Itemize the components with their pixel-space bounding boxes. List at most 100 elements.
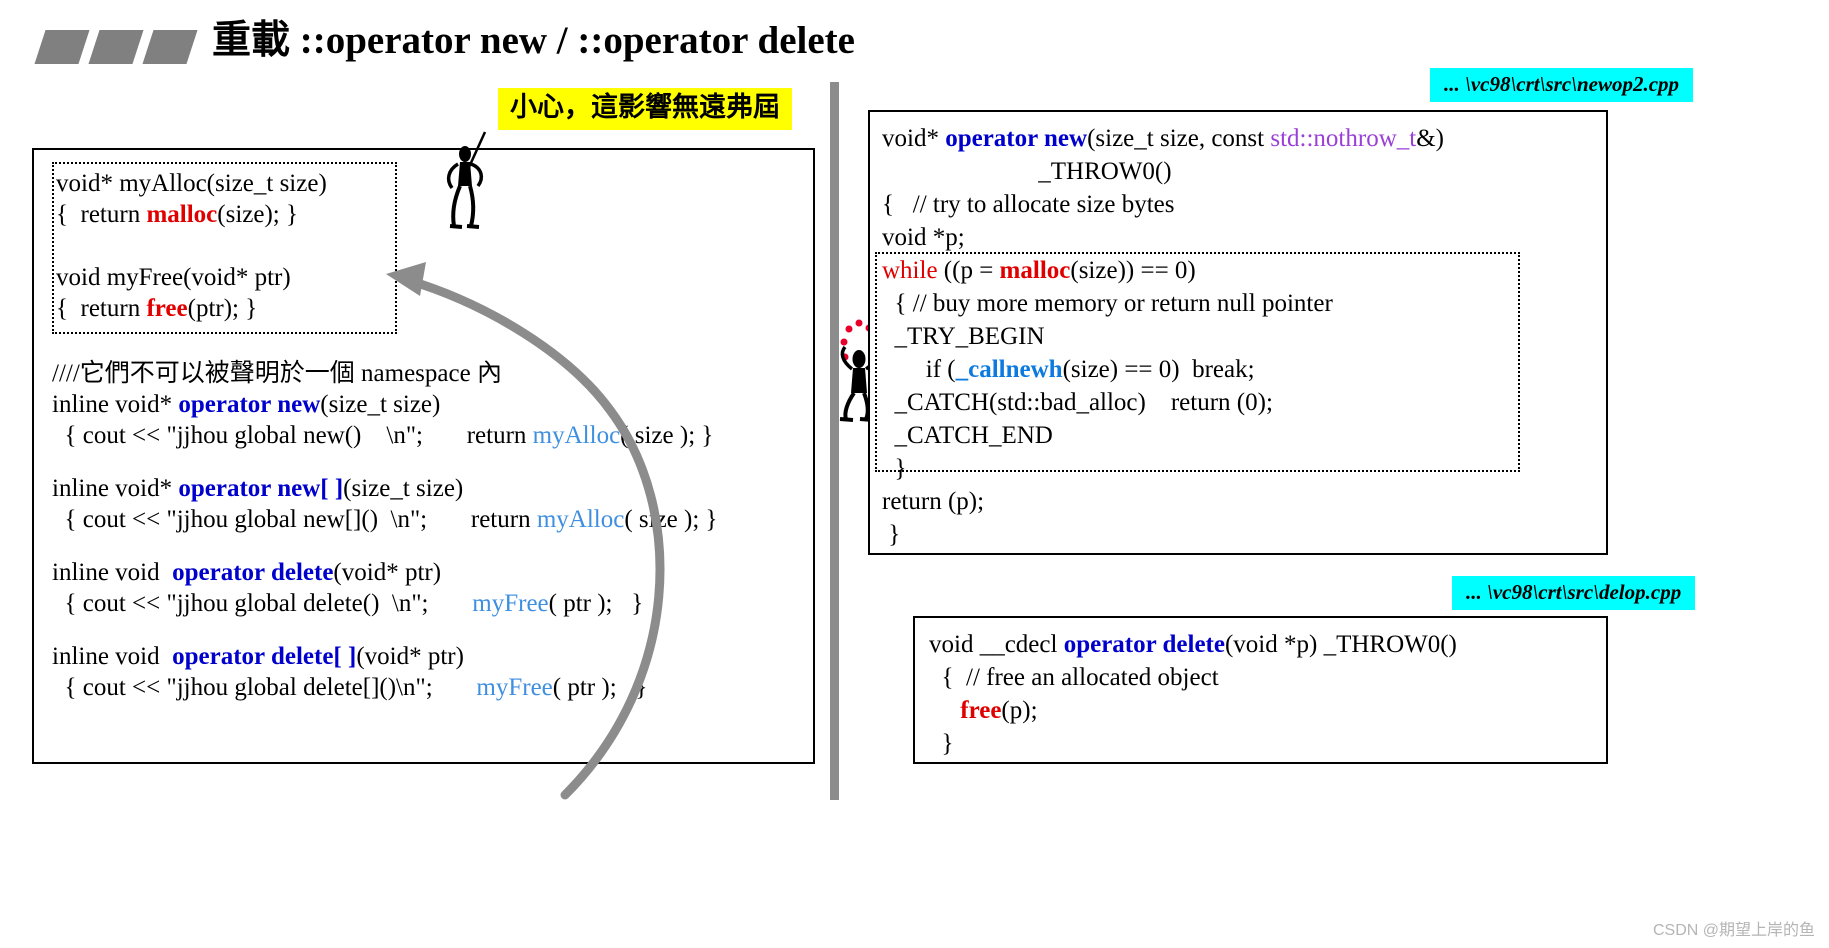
code-token: myAlloc [532,422,621,449]
code-token: (size_t size) [320,391,441,418]
code-token: _CATCH(std::bad_alloc) return (0); [882,389,1273,416]
code-token: (p); [1001,697,1038,724]
code-line: void __cdecl operator delete(void *p) _T… [929,628,1609,661]
newop2-code-block: void* operator new(size_t size, const st… [882,122,1602,551]
code-token: myAlloc [536,506,625,533]
code-token: } [882,455,907,482]
code-line: } [882,452,1602,485]
code-token: { cout << "jjhou global delete() \n"; [52,590,473,617]
code-line: _THROW0() [882,155,1602,188]
code-line: inline void* operator new[ ](size_t size… [52,473,812,504]
code-token: { cout << "jjhou global new[]() \n"; ret… [52,506,537,533]
code-line: } [929,727,1609,760]
bullet-mark-3 [142,30,198,64]
code-token: myFree [472,590,549,617]
code-token: operator new [945,125,1088,152]
code-token: void* [882,125,946,152]
code-token: operator delete [172,559,334,586]
code-line: _CATCH(std::bad_alloc) return (0); [882,386,1602,419]
bullet-mark-2 [88,30,144,64]
delop-code-block: void __cdecl operator delete(void *p) _T… [929,628,1609,760]
code-token: inline void* [52,391,179,418]
code-line: void myFree(void* ptr) [56,262,436,293]
code-line: { cout << "jjhou global new[]() \n"; ret… [52,504,812,535]
code-token: ((p = [937,257,1000,284]
code-token: while [882,257,938,284]
code-token: } [882,521,901,548]
vertical-divider [830,82,839,800]
code-token: { // try to allocate size bytes [882,191,1175,218]
page-title: 重載 ::operator new / ::operator delete [212,19,855,62]
code-token: operator new [178,391,321,418]
code-line: void *p; [882,221,1602,254]
left-code-panel: void* myAlloc(size_t size){ return mallo… [32,148,815,764]
code-line: { // buy more memory or return null poin… [882,287,1602,320]
code-line: { cout << "jjhou global delete() \n"; my… [52,588,812,619]
file-label-delop: ... \vc98\crt\src\delop.cpp [1452,576,1696,611]
code-token: (size)) == 0) [1070,257,1196,284]
code-token: malloc [999,257,1071,284]
watermark: CSDN @期望上岸的鱼 [1652,922,1815,939]
stick-figure-with-flag-icon [446,131,487,229]
code-token: (ptr); } [187,295,258,322]
code-line: inline void operator delete[ ](void* ptr… [52,641,812,672]
code-token: malloc [146,201,218,228]
code-line: { return malloc(size); } [56,199,436,230]
code-line: _TRY_BEGIN [882,320,1602,353]
code-line: free(p); [929,694,1609,727]
code-token: { cout << "jjhou global new() \n"; retur… [52,422,533,449]
code-token: { // free an allocated object [929,664,1219,691]
code-token: { return [56,201,147,228]
code-token: _TRY_BEGIN [882,323,1045,350]
code-token: operator delete[ ] [172,643,357,670]
code-line: if (_callnewh(size) == 0) break; [882,353,1602,386]
code-token: _callnewh [955,356,1063,383]
code-line: inline void operator delete(void* ptr) [52,557,812,588]
code-line: ////它們不可以被聲明於一個 namespace 內 [52,358,812,389]
code-token: return (p); [882,488,985,515]
code-token: inline void [52,559,173,586]
code-line: { cout << "jjhou global new() \n"; retur… [52,420,812,451]
title-bullet-marks [34,30,198,64]
code-line: return (p); [882,485,1602,518]
code-token: ( size ); } [624,506,718,533]
right-bottom-code-panel: void __cdecl operator delete(void *p) _T… [913,616,1608,764]
code-line: { // try to allocate size bytes [882,188,1602,221]
code-token: (size_t size, const [1087,125,1271,152]
code-line: while ((p = malloc(size)) == 0) [882,254,1602,287]
code-line: void* operator new(size_t size, const st… [882,122,1602,155]
code-token: ( size ); } [620,422,714,449]
code-token: _THROW0() [882,158,1172,185]
code-token: std::nothrow_t [1270,125,1417,152]
right-top-code-panel: void* operator new(size_t size, const st… [868,110,1608,555]
code-token: (void* ptr) [356,643,464,670]
code-token: (void *p) _THROW0() [1224,631,1457,658]
code-token: { // buy more memory or return null poin… [882,290,1333,317]
code-line: inline void* operator new(size_t size) [52,389,812,420]
code-token: void* myAlloc(size_t size) [56,170,327,197]
code-token: myFree [476,674,553,701]
code-token: ( ptr ); } [552,674,648,701]
code-token: void *p; [882,224,965,251]
code-token: inline void [52,643,173,670]
code-token: { return [56,295,147,322]
code-line: void* myAlloc(size_t size) [56,168,436,199]
code-token: _CATCH_END [882,422,1053,449]
code-token: free [146,295,188,322]
code-token: inline void* [52,475,179,502]
code-token: void myFree(void* ptr) [56,264,291,291]
code-token: void __cdecl [929,631,1064,658]
code-token: free [960,697,1002,724]
code-line: { // free an allocated object [929,661,1609,694]
code-token: (size) == 0) break; [1062,356,1255,383]
file-label-newop2: ... \vc98\crt\src\newop2.cpp [1430,68,1694,103]
code-line: _CATCH_END [882,419,1602,452]
code-token: (size_t size) [343,475,464,502]
myalloc-code-block: void* myAlloc(size_t size){ return mallo… [56,168,436,230]
code-token: } [929,730,954,757]
code-token: (void* ptr) [333,559,442,586]
bullet-mark-1 [34,30,90,64]
